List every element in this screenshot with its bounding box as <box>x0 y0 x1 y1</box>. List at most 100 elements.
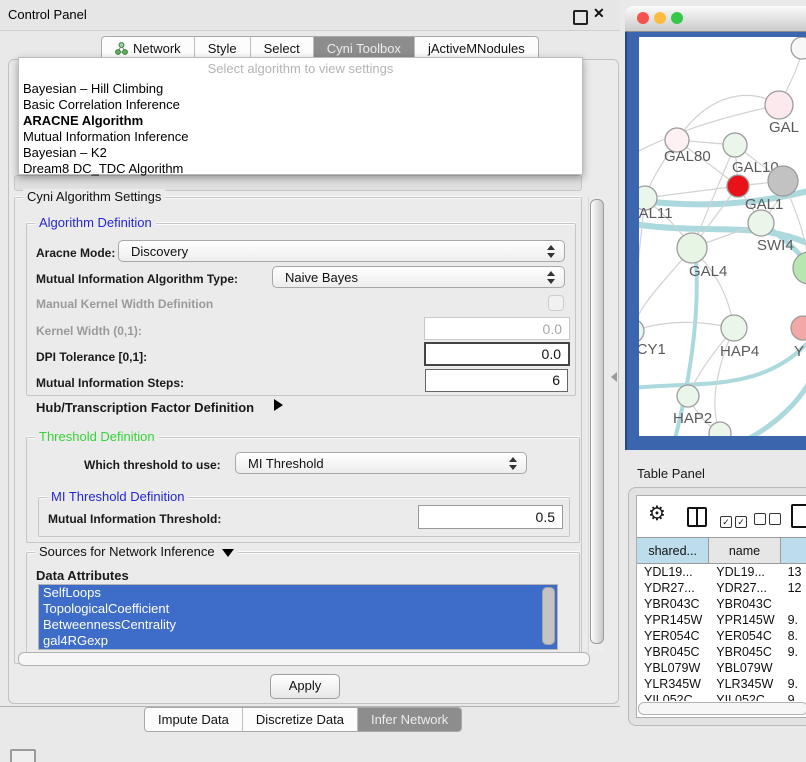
table-cell: 13 <box>781 564 806 580</box>
spinner-arrows-icon <box>547 271 554 284</box>
hub-definition-toggle[interactable]: Hub/Transcription Factor Definition <box>36 400 254 415</box>
kernel-width-label: Kernel Width (0,1): <box>36 324 142 338</box>
table-cell <box>781 596 806 612</box>
node-gal4[interactable] <box>677 233 707 263</box>
table-row[interactable]: YDL19...YDL19...13 <box>637 564 806 580</box>
data-attributes-list[interactable]: SelfLoopsTopologicalCoefficientBetweenne… <box>38 584 558 650</box>
cyni-algorithm-settings-title: Cyni Algorithm Settings <box>23 189 165 204</box>
table-horizontal-scrollbar[interactable] <box>638 702 806 715</box>
attribute-item-topologicalcoefficient[interactable]: TopologicalCoefficient <box>39 601 557 617</box>
column-header-2[interactable] <box>781 538 806 564</box>
table-cell: 9. <box>781 612 806 628</box>
table-row[interactable]: YER054CYER054C8. <box>637 628 806 644</box>
node-gcy1[interactable] <box>639 319 644 343</box>
table-row[interactable]: YBR043CYBR043C <box>637 596 806 612</box>
which-threshold-select[interactable]: MI Threshold <box>235 452 527 474</box>
node-salmon[interactable] <box>791 316 806 340</box>
control-panel-titlebar: Control Panel <box>0 0 620 31</box>
node-label-y: Y <box>794 343 804 360</box>
table-row[interactable]: YLR345WYLR345W9. <box>637 676 806 692</box>
deselect-all-checkboxes-icon[interactable] <box>754 512 784 530</box>
table-cell: 12 <box>781 580 806 596</box>
sources-title[interactable]: Sources for Network Inference <box>35 544 238 559</box>
spinner-arrows-icon <box>547 245 554 258</box>
node-hap2[interactable] <box>677 385 699 407</box>
data-attributes-label: Data Attributes <box>36 568 129 583</box>
table-row[interactable]: YBR045CYBR045C9. <box>637 644 806 660</box>
select-all-checkboxes-icon[interactable]: ✓✓ <box>720 512 750 530</box>
table-cell: YPR145W <box>637 612 709 628</box>
algorithm-option-bayesian-k2[interactable]: Bayesian – K2 <box>23 145 578 161</box>
algorithm-option-aracne-algorithm[interactable]: ARACNE Algorithm <box>23 113 578 129</box>
network-canvas[interactable]: GALGAL80GAL10GAL11SWI4GAL4GAL1GCY1HAP4YH… <box>639 37 806 436</box>
minimize-traffic-light-icon[interactable] <box>654 12 666 24</box>
attribute-item-gal4rgexp[interactable]: gal4RGexp <box>39 633 557 649</box>
table-cell: 9 <box>781 692 806 701</box>
table-cell: YBL079W <box>709 660 780 676</box>
table-rows: YDL19...YDL19...13YDR27...YDR27...12YBR0… <box>637 564 806 701</box>
attribute-item-betweennesscentrality[interactable]: BetweennessCentrality <box>39 617 557 633</box>
node-label-gal1: GAL1 <box>745 196 783 213</box>
float-window-icon[interactable] <box>573 10 588 25</box>
gear-icon[interactable]: ⚙ <box>648 504 666 524</box>
list-scrollbar[interactable] <box>542 587 555 645</box>
spinner-arrows-icon <box>509 457 516 470</box>
network-edge <box>645 186 738 198</box>
mi-type-select[interactable]: Naive Bayes <box>272 266 565 288</box>
network-window-titlebar <box>625 6 806 32</box>
settings-scrollbar-thumb[interactable] <box>590 199 604 644</box>
algorithm-dropdown[interactable]: Select algorithm to view settings Bayesi… <box>18 57 583 175</box>
algorithm-option-mutual-information-inference[interactable]: Mutual Information Inference <box>23 129 578 145</box>
node-gray[interactable] <box>768 166 798 196</box>
node-red[interactable] <box>727 175 749 197</box>
attribute-item-selfloops[interactable]: SelfLoops <box>39 585 557 601</box>
column-header-shared[interactable]: shared... <box>637 538 709 564</box>
splitter-arrow-icon[interactable] <box>611 372 617 382</box>
algorithm-option-dream8-dc-tdc-algorithm[interactable]: Dream8 DC_TDC Algorithm <box>23 161 578 177</box>
horizontal-scrollbar[interactable] <box>18 652 590 666</box>
dpi-tolerance-input[interactable]: 0.0 <box>424 342 570 366</box>
table-row[interactable]: YPR145WYPR145W9. <box>637 612 806 628</box>
network-graph[interactable]: GALGAL80GAL10GAL11SWI4GAL4GAL1GCY1HAP4YH… <box>639 37 806 436</box>
node-gal-partial[interactable] <box>765 91 793 119</box>
node-gal10[interactable] <box>723 133 747 157</box>
table-cell: YLR345W <box>637 676 709 692</box>
columns-icon[interactable] <box>687 507 707 527</box>
table-cell <box>781 660 806 676</box>
expand-right-icon[interactable] <box>274 399 283 411</box>
table-row[interactable]: YIL052CYIL052C9 <box>637 692 806 701</box>
kernel-width-input[interactable]: 0.0 <box>424 317 570 340</box>
table-cell: 9. <box>781 644 806 660</box>
close-icon[interactable]: ✕ <box>593 5 605 22</box>
table-row[interactable]: YBL079WYBL079W <box>637 660 806 676</box>
expand-down-icon[interactable] <box>222 549 234 557</box>
aracne-mode-select[interactable]: Discovery <box>118 240 565 262</box>
column-header-name[interactable]: name <box>709 538 780 564</box>
network-window-frame: GALGAL80GAL10GAL11SWI4GAL4GAL1GCY1HAP4YH… <box>625 32 806 450</box>
node-partial-top[interactable] <box>791 37 806 59</box>
node-hap4[interactable] <box>721 315 747 341</box>
mi-steps-label: Mutual Information Steps: <box>36 376 184 390</box>
algorithm-dropdown-list: Bayesian – Hill ClimbingBasic Correlatio… <box>23 81 578 177</box>
network-view-window[interactable]: GALGAL80GAL10GAL11SWI4GAL4GAL1GCY1HAP4YH… <box>625 6 806 450</box>
node-label-gcy1: GCY1 <box>639 341 666 358</box>
apply-button[interactable]: Apply <box>270 674 340 699</box>
node-swi4[interactable] <box>748 210 774 236</box>
minimized-panel-icon[interactable] <box>10 749 36 762</box>
tab-infer-network[interactable]: Infer Network <box>358 708 461 731</box>
new-table-icon[interactable] <box>791 504 806 528</box>
tab-impute-data[interactable]: Impute Data <box>145 708 243 731</box>
table-cell: YLR345W <box>709 676 780 692</box>
node-partial-bottom[interactable] <box>709 422 731 436</box>
mi-threshold-input[interactable]: 0.5 <box>418 505 563 529</box>
table-row[interactable]: YDR27...YDR27...12 <box>637 580 806 596</box>
close-traffic-light-icon[interactable] <box>637 12 649 24</box>
algorithm-option-bayesian-hill-climbing[interactable]: Bayesian – Hill Climbing <box>23 81 578 97</box>
node-green-right[interactable] <box>793 252 806 284</box>
zoom-traffic-light-icon[interactable] <box>671 12 683 24</box>
algorithm-option-basic-correlation-inference[interactable]: Basic Correlation Inference <box>23 97 578 113</box>
tab-discretize-data[interactable]: Discretize Data <box>243 708 358 731</box>
settings-scrollbar-track[interactable] <box>588 197 604 652</box>
manual-kernel-checkbox[interactable] <box>548 295 564 311</box>
mi-steps-input[interactable]: 6 <box>425 369 568 392</box>
